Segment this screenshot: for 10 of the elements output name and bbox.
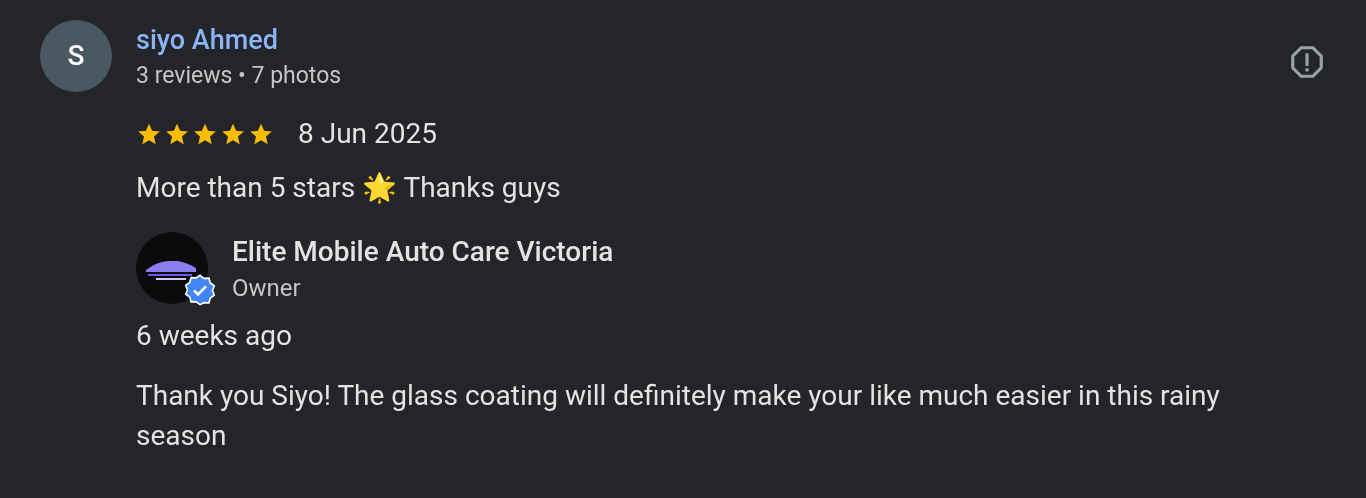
business-name: Elite Mobile Auto Care Victoria — [232, 234, 614, 270]
reviewer-name[interactable]: siyo Ahmed — [136, 20, 278, 60]
reply-text: Thank you Siyo! The glass coating will definitely make your like much easier in this rainy season — [136, 378, 1221, 454]
review-text: More than 5 stars 🌟 Thanks guys — [136, 170, 561, 206]
report-icon[interactable] — [1288, 43, 1326, 81]
avatar[interactable]: S — [40, 20, 112, 92]
reviewer-stats: 3 reviews • 7 photos — [136, 61, 342, 91]
reply-time: 6 weeks ago — [136, 318, 292, 354]
owner-label: Owner — [232, 273, 301, 304]
review-date: 8 Jun 2025 — [298, 116, 437, 152]
